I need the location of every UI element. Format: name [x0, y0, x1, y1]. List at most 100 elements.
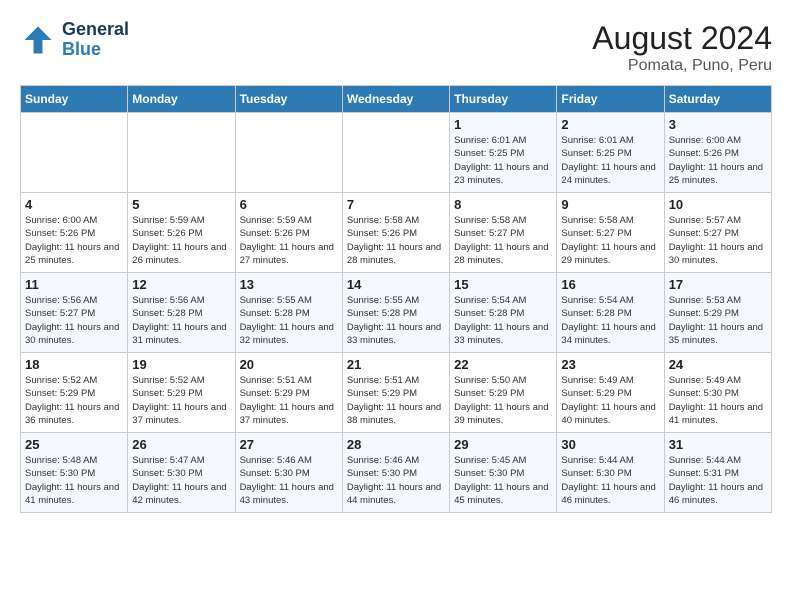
day-info: Sunrise: 5:59 AM Sunset: 5:26 PM Dayligh… — [132, 214, 230, 267]
calendar-cell: 5 Sunrise: 5:59 AM Sunset: 5:26 PM Daylig… — [128, 193, 235, 273]
calendar-cell: 31 Sunrise: 5:44 AM Sunset: 5:31 PM Dayli… — [664, 433, 771, 513]
calendar-cell: 22 Sunrise: 5:50 AM Sunset: 5:29 PM Dayli… — [450, 353, 557, 433]
logo-text: General Blue — [62, 20, 129, 60]
day-info: Sunrise: 5:48 AM Sunset: 5:30 PM Dayligh… — [25, 454, 123, 507]
day-info: Sunrise: 6:00 AM Sunset: 5:26 PM Dayligh… — [669, 134, 767, 187]
day-info: Sunrise: 5:57 AM Sunset: 5:27 PM Dayligh… — [669, 214, 767, 267]
day-number: 30 — [561, 437, 659, 452]
day-number: 13 — [240, 277, 338, 292]
calendar-cell: 17 Sunrise: 5:53 AM Sunset: 5:29 PM Dayli… — [664, 273, 771, 353]
calendar-week-row: 4 Sunrise: 6:00 AM Sunset: 5:26 PM Daylig… — [21, 193, 772, 273]
day-info: Sunrise: 6:00 AM Sunset: 5:26 PM Dayligh… — [25, 214, 123, 267]
calendar-cell: 9Sunrise: 5:58 AM Sunset: 5:27 PM Daylig… — [557, 193, 664, 273]
calendar-cell: 24Sunrise: 5:49 AM Sunset: 5:30 PM Dayli… — [664, 353, 771, 433]
calendar-cell — [235, 113, 342, 193]
day-info: Sunrise: 6:01 AM Sunset: 5:25 PM Dayligh… — [561, 134, 659, 187]
day-number: 31 — [669, 437, 767, 452]
day-number: 25 — [25, 437, 123, 452]
day-info: Sunrise: 5:44 AM Sunset: 5:31 PM Dayligh… — [669, 454, 767, 507]
day-number: 23 — [561, 357, 659, 372]
day-info: Sunrise: 5:49 AM Sunset: 5:29 PM Dayligh… — [561, 374, 659, 427]
page-title: August 2024 — [592, 20, 772, 57]
day-number: 3 — [669, 117, 767, 132]
calendar-cell: 8Sunrise: 5:58 AM Sunset: 5:27 PM Daylig… — [450, 193, 557, 273]
day-number: 26 — [132, 437, 230, 452]
calendar-cell: 3 Sunrise: 6:00 AM Sunset: 5:26 PM Daylig… — [664, 113, 771, 193]
weekday-header: Tuesday — [235, 86, 342, 113]
calendar-cell: 15Sunrise: 5:54 AM Sunset: 5:28 PM Dayli… — [450, 273, 557, 353]
logo: General Blue — [20, 20, 129, 60]
calendar-cell — [342, 113, 449, 193]
weekday-header: Monday — [128, 86, 235, 113]
day-number: 28 — [347, 437, 445, 452]
day-number: 11 — [25, 277, 123, 292]
calendar-cell: 29Sunrise: 5:45 AM Sunset: 5:30 PM Dayli… — [450, 433, 557, 513]
day-info: Sunrise: 5:46 AM Sunset: 5:30 PM Dayligh… — [347, 454, 445, 507]
day-number: 20 — [240, 357, 338, 372]
day-info: Sunrise: 5:51 AM Sunset: 5:29 PM Dayligh… — [347, 374, 445, 427]
calendar-table: SundayMondayTuesdayWednesdayThursdayFrid… — [20, 85, 772, 513]
calendar-cell: 19 Sunrise: 5:52 AM Sunset: 5:29 PM Dayli… — [128, 353, 235, 433]
calendar-cell: 27 Sunrise: 5:46 AM Sunset: 5:30 PM Dayli… — [235, 433, 342, 513]
day-number: 5 — [132, 197, 230, 212]
day-number: 18 — [25, 357, 123, 372]
calendar-cell: 2Sunrise: 6:01 AM Sunset: 5:25 PM Daylig… — [557, 113, 664, 193]
day-info: Sunrise: 5:56 AM Sunset: 5:27 PM Dayligh… — [25, 294, 123, 347]
day-number: 19 — [132, 357, 230, 372]
day-number: 21 — [347, 357, 445, 372]
day-info: Sunrise: 5:44 AM Sunset: 5:30 PM Dayligh… — [561, 454, 659, 507]
day-info: Sunrise: 5:52 AM Sunset: 5:29 PM Dayligh… — [132, 374, 230, 427]
calendar-week-row: 11 Sunrise: 5:56 AM Sunset: 5:27 PM Dayli… — [21, 273, 772, 353]
day-info: Sunrise: 5:59 AM Sunset: 5:26 PM Dayligh… — [240, 214, 338, 267]
day-number: 16 — [561, 277, 659, 292]
day-info: Sunrise: 5:46 AM Sunset: 5:30 PM Dayligh… — [240, 454, 338, 507]
weekday-header-row: SundayMondayTuesdayWednesdayThursdayFrid… — [21, 86, 772, 113]
day-number: 10 — [669, 197, 767, 212]
calendar-cell — [21, 113, 128, 193]
day-number: 6 — [240, 197, 338, 212]
calendar-cell: 12Sunrise: 5:56 AM Sunset: 5:28 PM Dayli… — [128, 273, 235, 353]
calendar-cell: 6 Sunrise: 5:59 AM Sunset: 5:26 PM Daylig… — [235, 193, 342, 273]
day-number: 1 — [454, 117, 552, 132]
weekday-header: Saturday — [664, 86, 771, 113]
day-info: Sunrise: 5:54 AM Sunset: 5:28 PM Dayligh… — [561, 294, 659, 347]
day-info: Sunrise: 5:58 AM Sunset: 5:27 PM Dayligh… — [454, 214, 552, 267]
calendar-cell: 11 Sunrise: 5:56 AM Sunset: 5:27 PM Dayli… — [21, 273, 128, 353]
page-subtitle: Pomata, Puno, Peru — [592, 57, 772, 75]
calendar-cell: 16 Sunrise: 5:54 AM Sunset: 5:28 PM Dayli… — [557, 273, 664, 353]
calendar-cell: 14 Sunrise: 5:55 AM Sunset: 5:28 PM Dayli… — [342, 273, 449, 353]
day-info: Sunrise: 5:47 AM Sunset: 5:30 PM Dayligh… — [132, 454, 230, 507]
calendar-cell: 13 Sunrise: 5:55 AM Sunset: 5:28 PM Dayli… — [235, 273, 342, 353]
day-number: 9 — [561, 197, 659, 212]
day-number: 24 — [669, 357, 767, 372]
day-info: Sunrise: 5:53 AM Sunset: 5:29 PM Dayligh… — [669, 294, 767, 347]
day-info: Sunrise: 5:58 AM Sunset: 5:26 PM Dayligh… — [347, 214, 445, 267]
day-info: Sunrise: 5:55 AM Sunset: 5:28 PM Dayligh… — [240, 294, 338, 347]
weekday-header: Wednesday — [342, 86, 449, 113]
day-number: 22 — [454, 357, 552, 372]
day-info: Sunrise: 5:52 AM Sunset: 5:29 PM Dayligh… — [25, 374, 123, 427]
day-info: Sunrise: 5:50 AM Sunset: 5:29 PM Dayligh… — [454, 374, 552, 427]
day-info: Sunrise: 5:55 AM Sunset: 5:28 PM Dayligh… — [347, 294, 445, 347]
calendar-week-row: 1 Sunrise: 6:01 AM Sunset: 5:25 PM Daylig… — [21, 113, 772, 193]
day-number: 17 — [669, 277, 767, 292]
day-info: Sunrise: 5:56 AM Sunset: 5:28 PM Dayligh… — [132, 294, 230, 347]
calendar-cell: 21 Sunrise: 5:51 AM Sunset: 5:29 PM Dayli… — [342, 353, 449, 433]
calendar-cell: 10 Sunrise: 5:57 AM Sunset: 5:27 PM Dayli… — [664, 193, 771, 273]
day-number: 4 — [25, 197, 123, 212]
calendar-cell: 20Sunrise: 5:51 AM Sunset: 5:29 PM Dayli… — [235, 353, 342, 433]
calendar-cell: 4 Sunrise: 6:00 AM Sunset: 5:26 PM Daylig… — [21, 193, 128, 273]
calendar-cell: 1Sunrise: 6:01 AM Sunset: 5:25 PM Daylig… — [450, 113, 557, 193]
logo-icon — [20, 22, 56, 58]
calendar-cell: 18 Sunrise: 5:52 AM Sunset: 5:29 PM Dayli… — [21, 353, 128, 433]
day-info: Sunrise: 5:45 AM Sunset: 5:30 PM Dayligh… — [454, 454, 552, 507]
weekday-header: Sunday — [21, 86, 128, 113]
calendar-cell: 28 Sunrise: 5:46 AM Sunset: 5:30 PM Dayli… — [342, 433, 449, 513]
day-number: 14 — [347, 277, 445, 292]
calendar-cell — [128, 113, 235, 193]
weekday-header: Friday — [557, 86, 664, 113]
calendar-cell: 25 Sunrise: 5:48 AM Sunset: 5:30 PM Dayli… — [21, 433, 128, 513]
calendar-cell: 7Sunrise: 5:58 AM Sunset: 5:26 PM Daylig… — [342, 193, 449, 273]
title-block: August 2024 Pomata, Puno, Peru — [592, 20, 772, 75]
day-number: 27 — [240, 437, 338, 452]
